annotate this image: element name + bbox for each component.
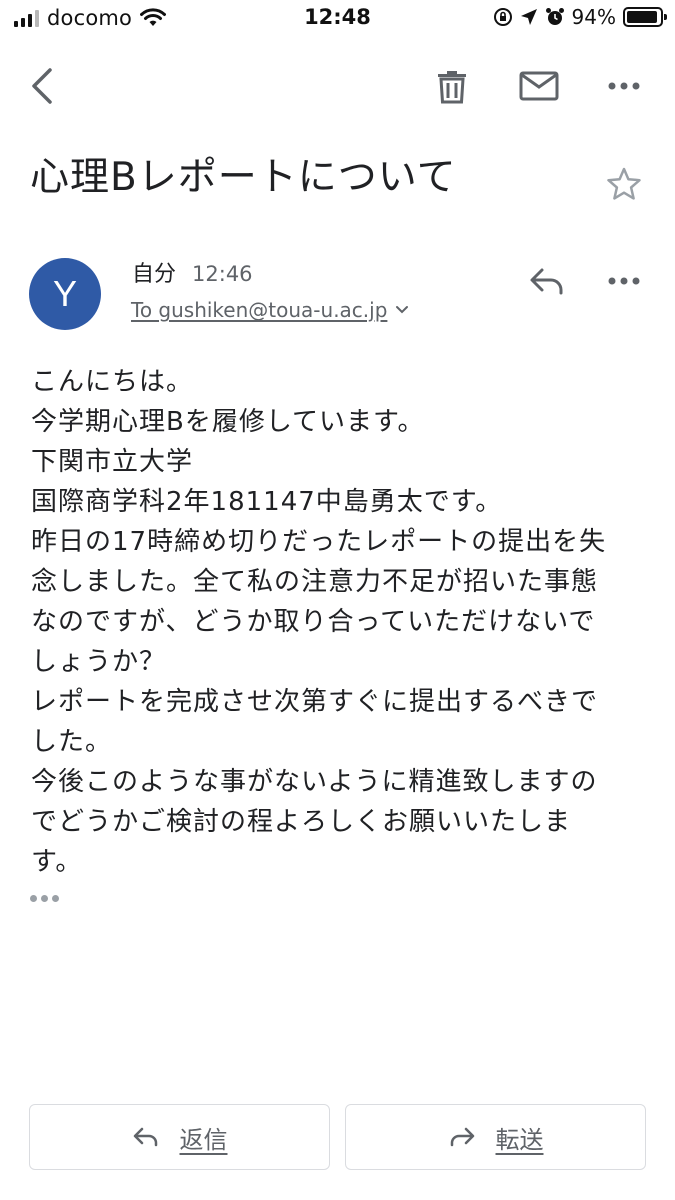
status-left: docomo: [14, 6, 167, 30]
body-line: す。: [31, 847, 83, 877]
sent-time: 12:46: [192, 262, 253, 286]
more-options-button[interactable]: [602, 62, 646, 110]
more-icon: [608, 82, 640, 90]
body-line: でどうかご検討の程よろしくお願いいたしま: [31, 807, 572, 837]
body-line: 下関市立大学: [31, 447, 194, 477]
battery-percent: 94%: [571, 5, 616, 29]
body-line: 念しました。全て私の注意力不足が招いた事態: [31, 567, 599, 597]
reply-label: 返信: [179, 1125, 228, 1154]
status-bar: docomo 12:48 94%: [0, 0, 675, 38]
alarm-icon: [545, 8, 564, 25]
email-view: docomo 12:48 94% 心理Bレポートについて Y 自分 12:46 …: [0, 0, 675, 1200]
more-icon: [608, 277, 640, 285]
avatar[interactable]: Y: [29, 258, 101, 330]
show-trimmed-content-button[interactable]: [30, 895, 59, 902]
reply-button[interactable]: 返信: [29, 1104, 330, 1170]
battery-icon: [623, 7, 667, 27]
reply-icon: [530, 268, 563, 295]
location-icon: [520, 9, 537, 25]
star-button[interactable]: [600, 160, 648, 208]
body-line: 今学期心理Bを履修しています。: [31, 407, 425, 437]
body-line: しょうか？: [31, 647, 167, 677]
body-line: 昨日の17時締め切りだったレポートの提出を失: [31, 527, 607, 557]
signal-icon: [14, 9, 39, 27]
body-line: こんにちは。: [31, 367, 194, 397]
chevron-down-icon: [396, 306, 409, 314]
forward-label: 転送: [495, 1125, 544, 1154]
top-toolbar: [0, 60, 675, 116]
delete-button[interactable]: [430, 62, 474, 110]
body-line: 今後このような事がないように精進致しますの: [31, 767, 598, 797]
recipient-address: To gushiken@toua-u.ac.jp: [131, 298, 388, 322]
body-line: なのですが、どうか取り合っていただけないで: [31, 607, 596, 637]
forward-icon: [450, 1127, 474, 1147]
body-line: した。: [31, 727, 113, 757]
sender-name: 自分: [132, 262, 177, 287]
star-icon: [607, 167, 641, 200]
status-right: 94%: [493, 5, 667, 29]
orientation-lock-icon: [493, 8, 512, 26]
battery-level: [627, 11, 658, 23]
sender-info: 自分 12:46: [132, 256, 253, 288]
carrier-name: docomo: [47, 6, 133, 30]
wifi-icon: [140, 8, 167, 26]
trash-icon: [438, 71, 466, 104]
back-button[interactable]: [20, 60, 64, 112]
recipient-details-toggle[interactable]: To gushiken@toua-u.ac.jp: [131, 298, 409, 322]
mail-icon: [519, 71, 559, 101]
mark-unread-button[interactable]: [514, 62, 564, 110]
body-line: レポートを完成させ次第すぐに提出するべきで: [31, 687, 599, 717]
back-icon: [32, 68, 52, 104]
reply-icon-button[interactable]: [524, 258, 570, 304]
message-more-button[interactable]: [602, 258, 646, 304]
forward-button[interactable]: 転送: [345, 1104, 646, 1170]
email-body: こんにちは。今学期心理Bを履修しています。 下関市立大学国際商学科2年181147…: [31, 362, 643, 882]
body-line: 国際商学科2年181147中島勇太です。: [31, 487, 503, 517]
email-subject: 心理Bレポートについて: [30, 155, 457, 200]
reply-icon: [133, 1127, 157, 1147]
